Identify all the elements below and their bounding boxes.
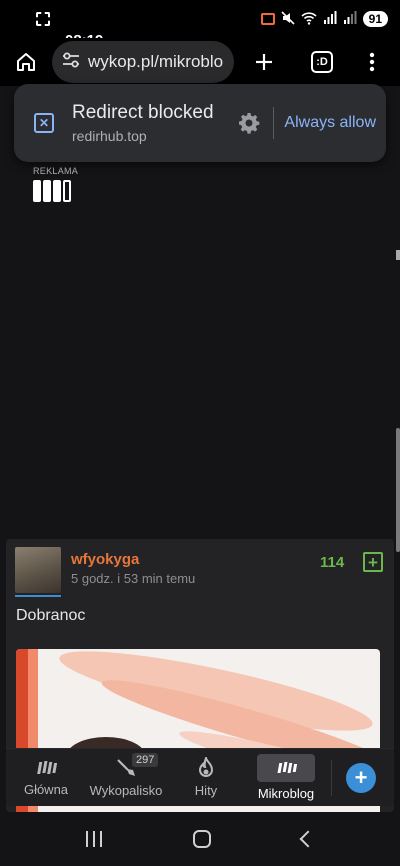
status-icons: 91 (260, 10, 388, 28)
redirect-blocked-toast: ✕ Redirect blocked redirhub.top Always a… (14, 84, 386, 162)
menu-button[interactable] (348, 38, 396, 86)
add-entry-button[interactable]: + (346, 762, 376, 793)
plus-icon (256, 54, 272, 70)
wykop-logo-icon (37, 761, 57, 774)
home-icon (17, 53, 35, 71)
nav-label-glowna: Główna (23, 782, 69, 797)
wykopalisko-count-badge: 297 (132, 753, 159, 767)
more-vert-icon (369, 52, 375, 72)
author-link[interactable]: wfyokyga (71, 551, 139, 568)
browser-toolbar: wykop.pl/mikroblo :D (0, 38, 400, 86)
nav-divider (331, 759, 332, 796)
avatar-gender-line (15, 595, 61, 597)
vote-count: 114 (320, 554, 345, 571)
nav-item-glowna[interactable]: Główna (6, 758, 86, 797)
status-bar: 08:19 91 (0, 0, 400, 49)
recents-icon[interactable] (85, 831, 102, 847)
ad-logo-icon (33, 180, 71, 202)
address-bar[interactable]: wykop.pl/mikroblo (52, 41, 234, 83)
screenshot-icon (36, 12, 50, 26)
home-button[interactable] (0, 38, 52, 86)
post-time[interactable]: 5 godz. i 53 min temu (71, 571, 195, 586)
scroll-marker (396, 250, 400, 260)
scrollbar-thumb[interactable] (396, 428, 400, 552)
toast-title: Redirect blocked (72, 102, 214, 123)
signal-2-icon (343, 10, 357, 28)
battery-level: 91 (362, 11, 388, 27)
nav-item-hity[interactable]: Hity (166, 757, 246, 798)
nav-item-mikroblog[interactable]: Mikroblog (246, 754, 326, 801)
new-tab-button[interactable] (240, 38, 288, 86)
nav-label-hity: Hity (194, 783, 218, 798)
blocked-popup-icon: ✕ (34, 113, 54, 133)
wifi-icon (301, 11, 317, 28)
post-content: Dobranoc (16, 607, 86, 624)
cast-icon (260, 13, 275, 25)
tab-count: :D (311, 51, 333, 73)
mikroblog-icon (257, 754, 315, 782)
plus-vote-button[interactable]: + (363, 552, 383, 572)
toast-subtitle: redirhub.top (72, 128, 147, 144)
tab-switcher-button[interactable]: :D (298, 38, 346, 86)
flame-icon (198, 757, 214, 777)
mute-icon (281, 10, 295, 28)
site-settings-icon[interactable] (62, 52, 82, 73)
back-icon[interactable] (299, 830, 317, 848)
bottom-navigation: Główna 297 Wykopalisko Hity Mikroblog + (6, 748, 394, 806)
system-home-icon[interactable] (192, 830, 211, 848)
avatar[interactable] (15, 547, 61, 593)
ad-label: REKLAMA (33, 166, 79, 176)
nav-item-wykopalisko[interactable]: 297 Wykopalisko (86, 753, 166, 798)
nav-label-mikroblog: Mikroblog (257, 786, 315, 801)
url-text: wykop.pl/mikroblo (88, 52, 224, 71)
toast-divider (273, 107, 275, 139)
signal-icon (323, 10, 337, 28)
gear-icon[interactable] (235, 109, 263, 137)
always-allow-button[interactable]: Always allow (284, 114, 376, 132)
nav-label-wykopalisko: Wykopalisko (89, 783, 163, 798)
system-navigation-bar (0, 812, 400, 866)
